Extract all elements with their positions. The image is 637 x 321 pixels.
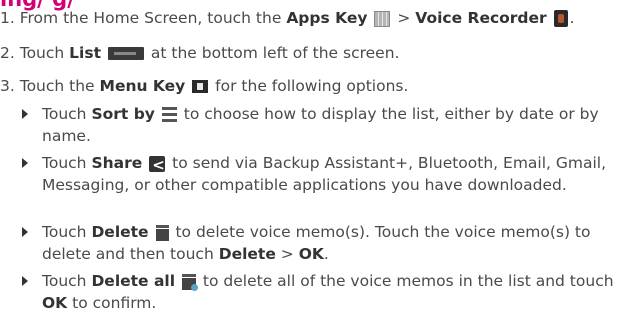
sort-by-label: Sort by (91, 105, 155, 123)
delete-all-icon (181, 273, 198, 291)
step-text-end: at the bottom left of the screen. (150, 44, 400, 62)
ok-label: OK (298, 245, 324, 263)
period: . (323, 245, 329, 263)
step-1: 1. From the Home Screen, touch the Apps … (0, 9, 575, 28)
option-share: Touch Share to send via Backup Assistant… (22, 152, 622, 196)
apps-key-label: Apps Key (286, 9, 368, 27)
voice-recorder-label: Voice Recorder (415, 9, 547, 27)
menu-key-icon (192, 80, 209, 93)
separator: > (397, 9, 411, 27)
step-2: 2. Touch List at the bottom left of the … (0, 44, 399, 63)
option-delete-all: Touch Delete all to delete all of the vo… (22, 270, 622, 314)
step-number: 1. (0, 9, 15, 27)
period: . (569, 9, 575, 27)
option-text: Touch (42, 272, 87, 290)
option-text: Touch (42, 154, 87, 172)
voice-recorder-icon (553, 10, 568, 27)
step-text: Touch (19, 44, 65, 62)
delete-label: Delete (91, 223, 149, 241)
menu-key-label: Menu Key (99, 77, 186, 95)
step-number: 3. (0, 77, 15, 95)
step-number: 2. (0, 44, 15, 62)
option-description: to delete all of the voice memos in the … (202, 272, 614, 290)
delete-label-2: Delete (218, 245, 276, 263)
list-button-icon (107, 47, 144, 60)
delete-all-label: Delete all (91, 272, 176, 290)
step-text-end: for the following options. (215, 77, 409, 95)
share-label: Share (91, 154, 143, 172)
option-text: Touch (42, 223, 87, 241)
ok-label: OK (42, 294, 68, 312)
sort-icon (161, 107, 177, 122)
step-text: Touch the (19, 77, 95, 95)
option-description-end: to confirm. (72, 294, 157, 312)
bullet-arrow-icon (22, 227, 28, 237)
option-delete: Touch Delete to delete voice memo(s). To… (22, 221, 622, 265)
trash-icon (155, 224, 169, 241)
option-text: Touch (42, 105, 87, 123)
bullet-arrow-icon (22, 158, 28, 168)
share-icon (149, 154, 166, 176)
option-sort-by: Touch Sort by to choose how to display t… (22, 103, 622, 147)
separator: > (280, 245, 294, 263)
bullet-arrow-icon (22, 276, 28, 286)
step-3: 3. Touch the Menu Key for the following … (0, 77, 408, 96)
list-label: List (69, 44, 101, 62)
apps-key-icon (374, 10, 391, 27)
bullet-arrow-icon (22, 109, 28, 119)
step-text: From the Home Screen, touch the (19, 9, 282, 27)
